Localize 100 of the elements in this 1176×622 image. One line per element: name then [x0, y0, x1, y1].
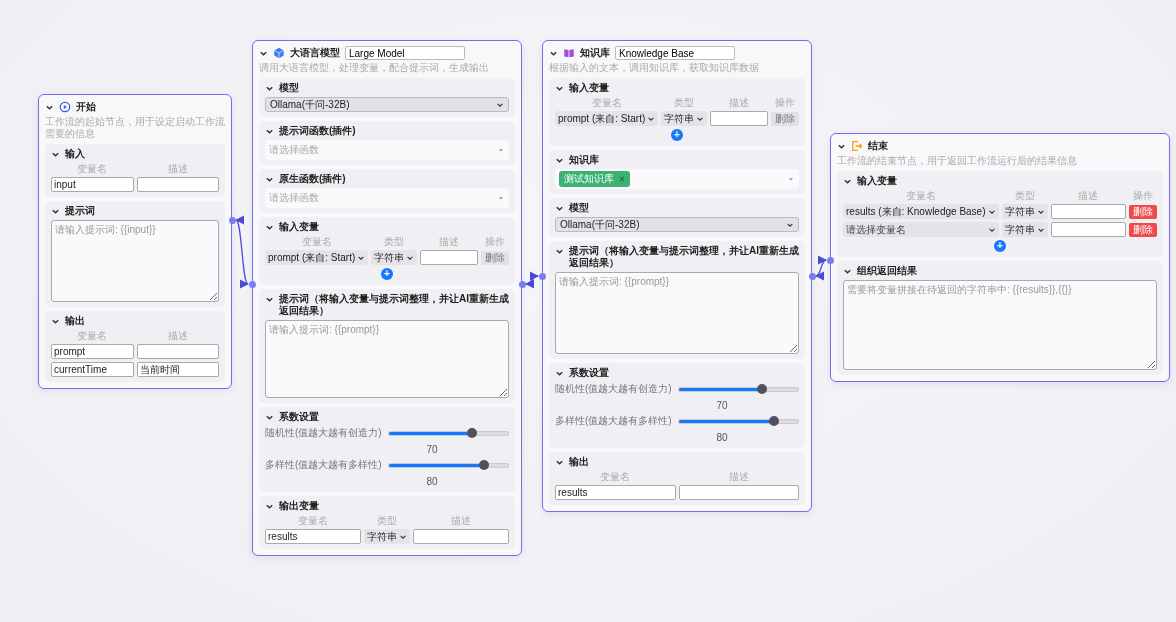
dropdown[interactable]: 字符串 — [371, 250, 418, 265]
chevron-icon[interactable] — [843, 177, 852, 186]
description-field[interactable] — [1050, 204, 1126, 219]
variable-name-field[interactable]: prompt — [51, 344, 134, 359]
slider-thumb[interactable] — [757, 383, 768, 394]
connection-handle[interactable] — [518, 281, 526, 288]
section-title: 输出变量 — [279, 500, 319, 512]
chevron-icon[interactable] — [555, 84, 564, 93]
dropdown[interactable]: 字符串 — [1001, 222, 1048, 237]
node-name-field[interactable]: Knowledge Base — [615, 46, 735, 60]
dropdown[interactable]: 字符串 — [364, 529, 410, 544]
section-title: 知识库 — [569, 154, 599, 166]
dropdown[interactable]: 字符串 — [1001, 204, 1048, 219]
section-title: 提示词（将输入变量与提示词整理，并让AI重新生成返回结果） — [279, 293, 509, 317]
slider-thumb[interactable] — [769, 415, 780, 426]
node-title: 结束 — [868, 139, 888, 153]
slider[interactable] — [677, 418, 799, 424]
chevron-icon[interactable] — [265, 223, 274, 232]
prompt-textarea[interactable]: 请输入提示词: {{prompt}} — [265, 320, 509, 398]
column-header: 类型 — [383, 236, 406, 247]
slider-thumb[interactable] — [479, 459, 490, 470]
column-header: 描述 — [166, 163, 189, 174]
chevron-icon[interactable] — [265, 84, 274, 93]
variable-name-field[interactable]: results — [555, 485, 676, 500]
connector-arrow — [815, 257, 827, 279]
column-header: 类型 — [1013, 190, 1036, 201]
delete-button[interactable]: 删除 — [1129, 222, 1157, 237]
connection-handle[interactable] — [228, 217, 236, 224]
chevron-icon[interactable] — [555, 458, 564, 467]
chevron-icon[interactable] — [51, 207, 60, 216]
column-header: 描述 — [450, 515, 472, 526]
dropdown[interactable]: 请选择变量名 — [843, 222, 999, 237]
model-dropdown[interactable]: Ollama(千问-32B) — [555, 217, 799, 232]
prompt-textarea[interactable]: 需要将变量拼接在待返回的字符串中: {{results}},{{}} — [843, 280, 1157, 370]
chevron-icon[interactable] — [265, 502, 274, 511]
column-header: 变量名 — [297, 515, 329, 526]
workflow-node[interactable]: 结束 工作流的结束节点，用于返回工作流运行后的结果信息 输入变量 变量名 类型 描述 操作 results (来自: Knowledge Base) 字符串 删除 请选择变量名 字符串 删除 + 组织返回结果 需要将变量拼接在待返回的字符串中: {{results}},{{}} — [830, 133, 1170, 382]
node-title: 开始 — [76, 100, 96, 114]
chevron-icon[interactable] — [265, 295, 274, 304]
delete-button[interactable]: 删除 — [1129, 204, 1157, 219]
connection-handle[interactable] — [248, 281, 256, 288]
slider-thumb[interactable] — [467, 427, 478, 438]
slider[interactable] — [677, 386, 799, 392]
add-button[interactable]: + — [994, 240, 1006, 252]
dropdown[interactable]: prompt (来自: Start) — [555, 111, 659, 126]
chevron-icon[interactable] — [555, 247, 564, 256]
dropdown[interactable]: 字符串 — [661, 111, 708, 126]
description-field[interactable] — [678, 485, 799, 500]
prompt-textarea[interactable]: 请输入提示词: {{input}} — [51, 220, 219, 302]
node-description: 工作流的结束节点，用于返回工作流运行后的结果信息 — [837, 155, 1078, 167]
cube-icon — [273, 47, 285, 59]
caret-icon — [497, 146, 505, 154]
dropdown[interactable]: prompt (来自: Start) — [265, 250, 369, 265]
slider-value: 70 — [716, 400, 728, 411]
slider[interactable] — [387, 430, 509, 436]
description-field[interactable] — [420, 250, 478, 265]
connection-handle[interactable] — [808, 273, 816, 280]
description-field[interactable] — [413, 529, 509, 544]
node-name-field[interactable]: Large Model — [345, 46, 465, 60]
chevron-icon[interactable] — [555, 369, 564, 378]
node-title: 大语言模型 — [290, 46, 340, 60]
add-button[interactable]: + — [381, 268, 393, 280]
section-title: 模型 — [569, 202, 589, 214]
chevron-icon[interactable] — [51, 317, 60, 326]
column-header: 描述 — [1077, 190, 1100, 201]
variable-name-field[interactable]: results — [265, 529, 361, 544]
column-header: 变量名 — [599, 471, 632, 482]
chevron-icon[interactable] — [51, 150, 60, 159]
connection-handle[interactable] — [826, 257, 834, 264]
slider-label: 随机性(值越大越有创造力) — [555, 382, 672, 396]
variable-name-field[interactable]: input — [51, 177, 134, 192]
slider[interactable] — [387, 462, 509, 468]
column-header: 操作 — [774, 97, 796, 108]
description-field[interactable] — [1050, 222, 1126, 237]
add-button[interactable]: + — [671, 129, 683, 141]
section-title: 输出 — [569, 456, 589, 468]
variable-name-field[interactable]: currentTime — [51, 362, 134, 377]
slider-value: 70 — [426, 444, 438, 455]
model-dropdown[interactable]: Ollama(千问-32B) — [265, 97, 509, 112]
section-title: 提示词函数(插件) — [279, 125, 356, 137]
section-title: 系数设置 — [279, 411, 319, 423]
slider-value: 80 — [716, 432, 728, 443]
column-header: 描述 — [166, 330, 189, 341]
column-header: 变量名 — [76, 330, 109, 341]
description-field[interactable]: 当前时间 — [136, 362, 219, 377]
chevron-icon[interactable] — [265, 175, 274, 184]
column-header: 描述 — [438, 236, 461, 247]
prompt-textarea[interactable]: 请输入提示词: {{prompt}} — [555, 272, 799, 354]
chevron-icon[interactable] — [265, 127, 274, 136]
chevron-icon[interactable] — [555, 156, 564, 165]
chevron-icon[interactable] — [555, 204, 564, 213]
description-field[interactable] — [136, 344, 219, 359]
description-field[interactable] — [710, 111, 768, 126]
chevron-icon[interactable] — [265, 413, 274, 422]
connection-handle[interactable] — [538, 273, 546, 280]
column-header: 变量名 — [76, 163, 109, 174]
description-field[interactable] — [136, 177, 219, 192]
chevron-icon[interactable] — [843, 267, 852, 276]
column-header: 描述 — [727, 471, 750, 482]
dropdown[interactable]: results (来自: Knowledge Base) — [843, 204, 999, 219]
